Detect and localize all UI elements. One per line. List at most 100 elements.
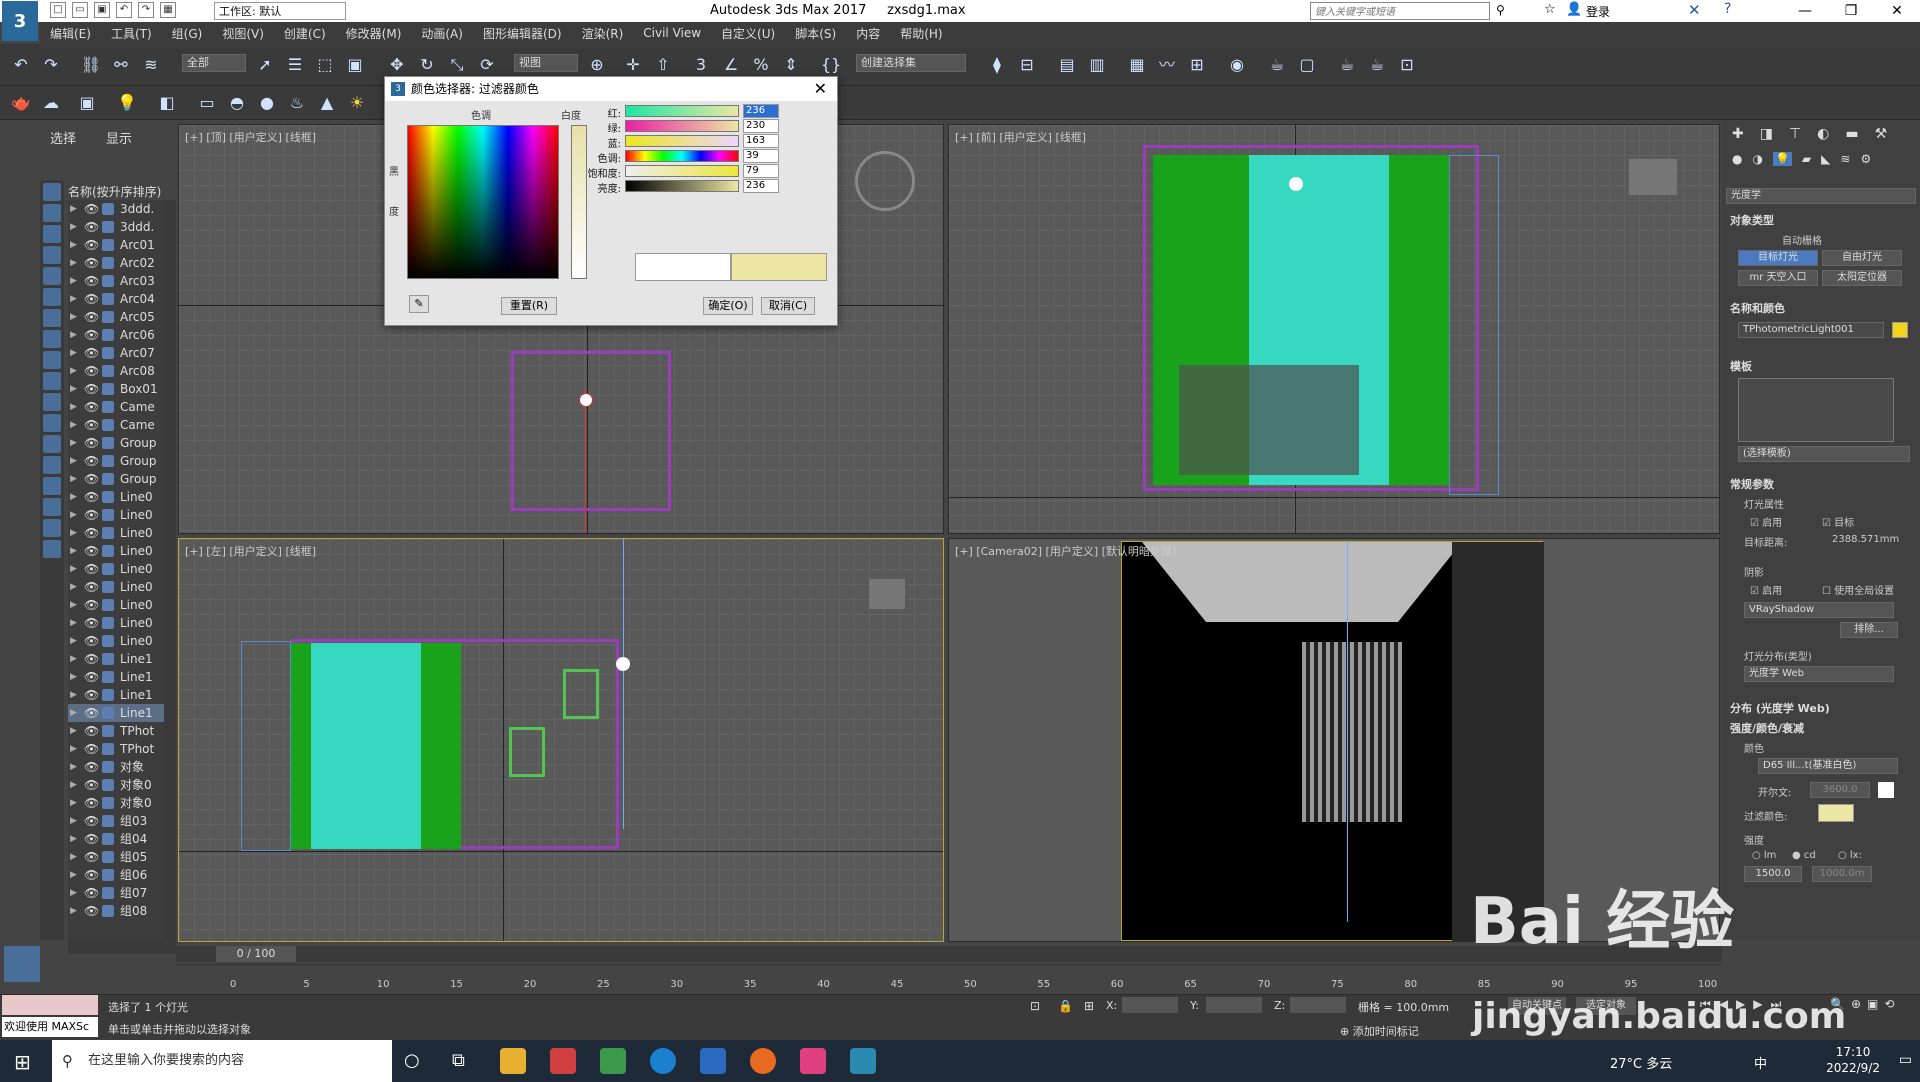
scene-list-item[interactable]: ▶ 👁 Line1 — [68, 704, 164, 722]
edge-icon[interactable] — [650, 1048, 676, 1074]
expand-arrow-icon[interactable]: ▶ — [70, 236, 77, 254]
help-icon[interactable]: ? — [1724, 1, 1731, 17]
x-coord-input[interactable] — [1122, 997, 1178, 1013]
expand-arrow-icon[interactable]: ▶ — [70, 380, 77, 398]
autogrid-checkbox[interactable]: 自动栅格 — [1782, 232, 1822, 247]
explorer-tool-icon[interactable] — [43, 498, 61, 516]
keyboard-shortcut-icon[interactable]: ⇧ — [652, 54, 674, 76]
kelvin-input[interactable]: 3600.0 — [1810, 782, 1870, 798]
visibility-eye-icon[interactable]: 👁 — [84, 488, 99, 506]
targeted-checkbox[interactable]: ☑ 目标 — [1822, 514, 1854, 529]
visibility-eye-icon[interactable]: 👁 — [84, 218, 99, 236]
ribbon-icon[interactable]: ▦ — [1126, 54, 1148, 76]
expand-arrow-icon[interactable]: ▶ — [70, 416, 77, 434]
project-icon[interactable]: ▦ — [160, 2, 176, 18]
scene-list-item[interactable]: ▶ 👁 Line0 — [68, 542, 164, 560]
visibility-eye-icon[interactable]: 👁 — [84, 794, 99, 812]
scene-list-item[interactable]: ▶ 👁 Arc07 — [68, 344, 164, 362]
color-slider[interactable] — [625, 120, 739, 132]
scene-list-item[interactable]: ▶ 👁 对象0 — [68, 794, 164, 812]
snap-3d-icon[interactable]: 3 — [690, 54, 712, 76]
slider-value-input[interactable]: 230 — [743, 119, 779, 133]
expand-arrow-icon[interactable]: ▶ — [70, 452, 77, 470]
template-list[interactable] — [1738, 378, 1894, 442]
unit-lm-radio[interactable]: ○ lm — [1752, 850, 1776, 861]
menu-item[interactable]: 图形编辑器(D) — [473, 25, 572, 42]
scene-list-item[interactable]: ▶ 👁 Arc04 — [68, 290, 164, 308]
explorer-tool-icon[interactable] — [43, 393, 61, 411]
menu-item[interactable]: 内容 — [846, 25, 890, 42]
cone-icon[interactable]: ▲ — [316, 92, 338, 114]
app-icon-4[interactable] — [800, 1048, 826, 1074]
select-object-icon[interactable]: ➚ — [254, 54, 276, 76]
menu-item[interactable]: 创建(C) — [274, 25, 336, 42]
expand-arrow-icon[interactable]: ▶ — [70, 560, 77, 578]
lx-input[interactable]: 1000.0m — [1812, 866, 1872, 882]
expand-arrow-icon[interactable]: ▶ — [70, 398, 77, 416]
track-bar[interactable]: 0 5 10 15 20 25 30 35 40 45 50 55 60 65 70 75 80 85 90 95 10… — [176, 964, 1722, 994]
scene-list-item[interactable]: ▶ 👁 Line1 — [68, 650, 164, 668]
scene-list-item[interactable]: ▶ 👁 Arc02 — [68, 254, 164, 272]
object-name-input[interactable]: TPhotometricLight001 — [1738, 322, 1884, 338]
minimize-button[interactable]: — — [1782, 0, 1828, 22]
render-cloud-icon[interactable]: ⊡ — [1396, 54, 1418, 76]
visibility-eye-icon[interactable]: 👁 — [84, 632, 99, 650]
cameras-icon[interactable]: ▰ — [1802, 152, 1811, 166]
expand-arrow-icon[interactable]: ▶ — [70, 218, 77, 236]
binoculars-icon[interactable]: ⚲ — [1496, 3, 1505, 17]
visibility-eye-icon[interactable]: 👁 — [84, 866, 99, 884]
visibility-eye-icon[interactable]: 👁 — [84, 236, 99, 254]
exchange-icon[interactable]: ✕ — [1688, 1, 1701, 19]
visibility-eye-icon[interactable]: 👁 — [84, 776, 99, 794]
light-category-dropdown[interactable]: 光度学 — [1726, 188, 1916, 204]
scene-list-item[interactable]: ▶ 👁 Line0 — [68, 560, 164, 578]
expand-arrow-icon[interactable]: ▶ — [70, 488, 77, 506]
3dsmax-taskbar-icon[interactable] — [850, 1048, 876, 1074]
explorer-tool-icon[interactable] — [43, 246, 61, 264]
render-icon[interactable]: ☕ — [1336, 54, 1358, 76]
percent-snap-icon[interactable]: % — [750, 54, 772, 76]
isolate-icon[interactable]: ⊡ — [1030, 999, 1040, 1013]
expand-arrow-icon[interactable]: ▶ — [70, 686, 77, 704]
search-input[interactable]: 键入关键字或短语 — [1310, 2, 1490, 20]
light-icon[interactable]: 💡 — [116, 92, 138, 114]
maximize-button[interactable]: ❐ — [1828, 0, 1874, 22]
login-button[interactable]: 登录 — [1586, 3, 1610, 20]
color-preset-dropdown[interactable]: D65 Ill...t(基准白色) — [1758, 758, 1898, 774]
unit-cd-radio[interactable]: ● cd — [1792, 850, 1816, 861]
scene-list-item[interactable]: ▶ 👁 组07 — [68, 884, 164, 902]
scene-list-item[interactable]: ▶ 👁 3ddd. — [68, 200, 164, 218]
viewport-camera-label[interactable]: [+] [Camera02] [用户定义] [默认明暗处理] — [955, 543, 1176, 559]
z-coord-input[interactable] — [1290, 997, 1346, 1013]
scene-list-item[interactable]: ▶ 👁 Group — [68, 434, 164, 452]
distribution-dropdown[interactable]: 光度学 Web — [1744, 666, 1894, 682]
visibility-eye-icon[interactable]: 👁 — [84, 650, 99, 668]
scene-list-header[interactable]: 名称(按升序排序) — [68, 183, 161, 200]
explorer-tool-icon[interactable] — [43, 225, 61, 243]
close-icon[interactable]: ✕ — [814, 77, 827, 101]
app-icon-3[interactable] — [700, 1048, 726, 1074]
visibility-eye-icon[interactable]: 👁 — [84, 452, 99, 470]
scene-list-item[interactable]: ▶ 👁 Arc08 — [68, 362, 164, 380]
visibility-eye-icon[interactable]: 👁 — [84, 884, 99, 902]
y-coord-input[interactable] — [1206, 997, 1262, 1013]
window-crossing-icon[interactable]: ▣ — [344, 54, 366, 76]
scene-list-item[interactable]: ▶ 👁 Group — [68, 470, 164, 488]
render-setup-icon[interactable]: ☕ — [1266, 54, 1288, 76]
expand-arrow-icon[interactable]: ▶ — [70, 578, 77, 596]
viewport-left[interactable]: [+] [左] [用户定义] [线框] — [178, 538, 944, 942]
scene-list-item[interactable]: ▶ 👁 Line0 — [68, 488, 164, 506]
distribution-web-rollout[interactable]: 分布 (光度学 Web) — [1730, 700, 1830, 716]
camera-icon[interactable]: ◧ — [156, 92, 178, 114]
expand-arrow-icon[interactable]: ▶ — [70, 830, 77, 848]
scene-list-item[interactable]: ▶ 👁 Line1 — [68, 686, 164, 704]
expand-arrow-icon[interactable]: ▶ — [70, 848, 77, 866]
bind-spacewarp-icon[interactable]: ≋ — [140, 54, 162, 76]
close-button[interactable]: ✕ — [1874, 0, 1920, 22]
expand-arrow-icon[interactable]: ▶ — [70, 290, 77, 308]
expand-arrow-icon[interactable]: ▶ — [70, 884, 77, 902]
orbit-icon[interactable]: ⟲ — [1884, 997, 1894, 1011]
menu-item[interactable]: 渲染(R) — [572, 25, 634, 42]
visibility-eye-icon[interactable]: 👁 — [84, 830, 99, 848]
explorer-tool-icon[interactable] — [43, 414, 61, 432]
